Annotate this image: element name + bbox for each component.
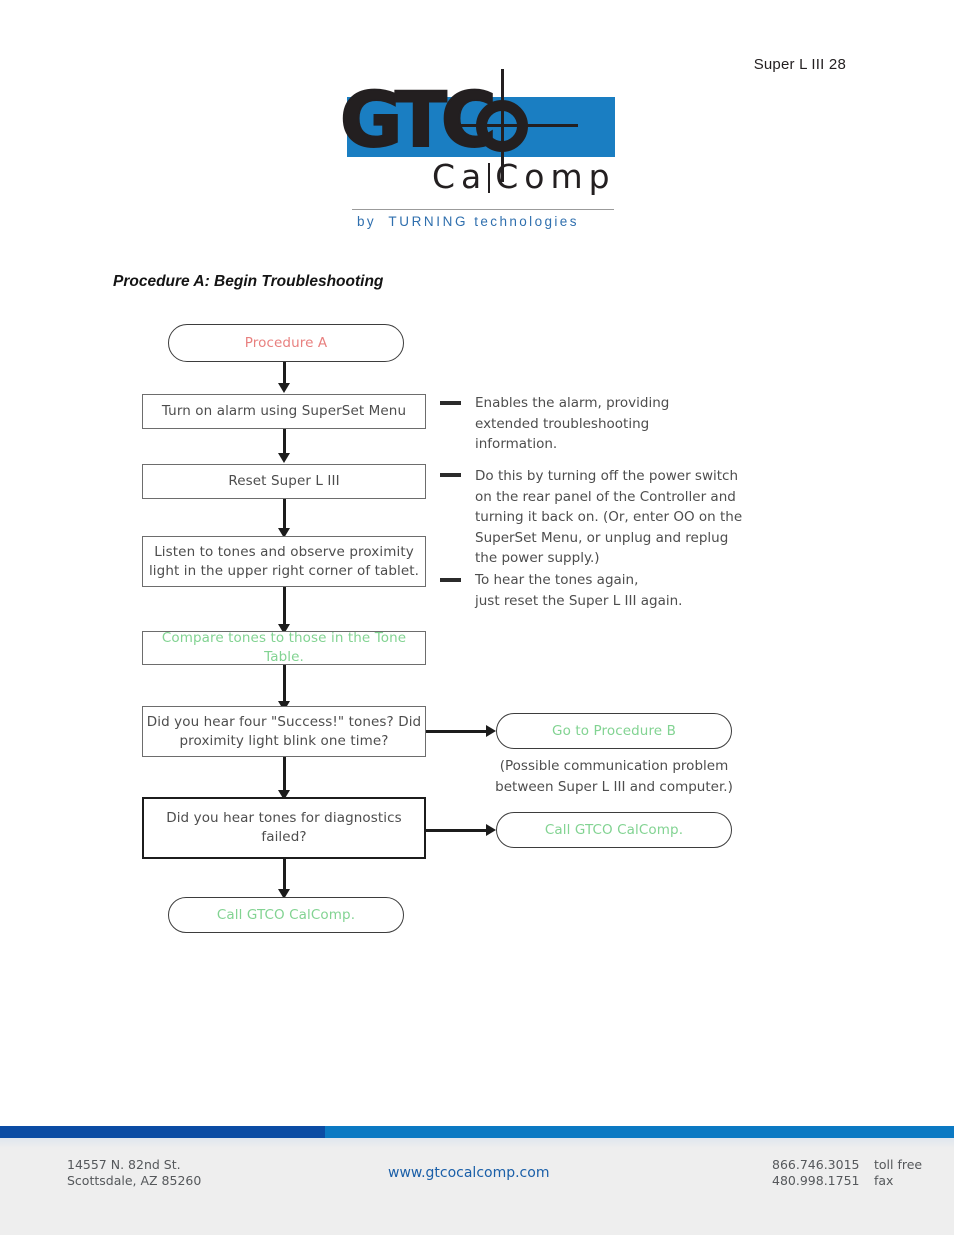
troubleshooting-flowchart: Procedure A Turn on alarm using SuperSet… xyxy=(0,0,954,1235)
annotation-text-2: Do this by turning off the power switch … xyxy=(475,468,743,566)
footer-gradient xyxy=(0,1138,954,1148)
flow-step-1-label: Turn on alarm using SuperSet Menu xyxy=(161,403,407,419)
annotation-dash-3 xyxy=(440,578,461,582)
arrowhead-step1-to-step2 xyxy=(278,453,290,463)
flow-decision-2-label: Did you hear tones for diagnostics faile… xyxy=(166,810,402,845)
footer-phone-labels: toll free fax xyxy=(874,1157,923,1188)
flow-end-node: Call GTCO CalComp. xyxy=(168,897,404,933)
flow-decision-1: Did you hear four "Success!" tones? Did … xyxy=(142,706,426,757)
flow-step-3-label: Listen to tones and observe proximity li… xyxy=(148,543,420,579)
connector-start-to-step1 xyxy=(283,362,286,385)
flow-start-node: Procedure A xyxy=(168,324,404,362)
connector-decision2-to-branch2 xyxy=(426,829,488,832)
flow-step-2-label: Reset Super L III xyxy=(228,473,340,489)
annotation-text-3: To hear the tones again, just reset the … xyxy=(475,572,683,609)
annotation-dash-2 xyxy=(440,473,461,477)
connector-step3-to-step4 xyxy=(283,587,286,626)
flow-end-label: Call GTCO CalComp. xyxy=(216,906,356,923)
connector-decision1-to-decision2 xyxy=(283,757,286,792)
arrowhead-decision2-to-branch2 xyxy=(486,824,496,836)
flow-step-1: Turn on alarm using SuperSet Menu xyxy=(142,394,426,429)
connector-decision2-to-end xyxy=(283,859,286,892)
annotation-dash-1 xyxy=(440,401,461,405)
connector-step4-to-decision1 xyxy=(283,665,286,703)
flow-start-label: Procedure A xyxy=(244,334,328,351)
annotation-text-1: Enables the alarm, providing extended tr… xyxy=(475,395,670,452)
flow-step-3: Listen to tones and observe proximity li… xyxy=(142,536,426,587)
footer-bar-left xyxy=(0,1126,325,1138)
flow-decision-2: Did you hear tones for diagnostics faile… xyxy=(142,797,426,859)
connector-step1-to-step2 xyxy=(283,429,286,454)
flow-step-4: Compare tones to those in the Tone Table… xyxy=(142,630,426,665)
flow-branch-1-note: (Possible communication problem between … xyxy=(495,758,733,795)
footer-website-link[interactable]: www.gtcocalcomp.com xyxy=(388,1165,549,1181)
flow-branch-2-label: Call GTCO CalComp. xyxy=(544,821,684,838)
arrowhead-decision1-to-branch1 xyxy=(486,725,496,737)
arrowhead-start-to-step1 xyxy=(278,383,290,393)
connector-decision1-to-branch1 xyxy=(426,730,488,733)
flow-step-2: Reset Super L III xyxy=(142,464,426,499)
flow-step-4-label: Compare tones to those in the Tone Table… xyxy=(161,630,407,665)
flow-branch-2: Call GTCO CalComp. xyxy=(496,812,732,848)
flow-branch-1-label: Go to Procedure B xyxy=(552,722,676,739)
footer-phone-numbers: 866.746.3015 480.998.1751 xyxy=(772,1157,860,1188)
footer-address: 14557 N. 82nd St. Scottsdale, AZ 85260 xyxy=(67,1157,202,1188)
connector-step2-to-step3 xyxy=(283,499,286,530)
flow-branch-1: Go to Procedure B xyxy=(496,713,732,749)
footer-bar-right xyxy=(325,1126,954,1138)
flow-decision-1-label: Did you hear four "Success!" tones? Did … xyxy=(146,713,422,749)
